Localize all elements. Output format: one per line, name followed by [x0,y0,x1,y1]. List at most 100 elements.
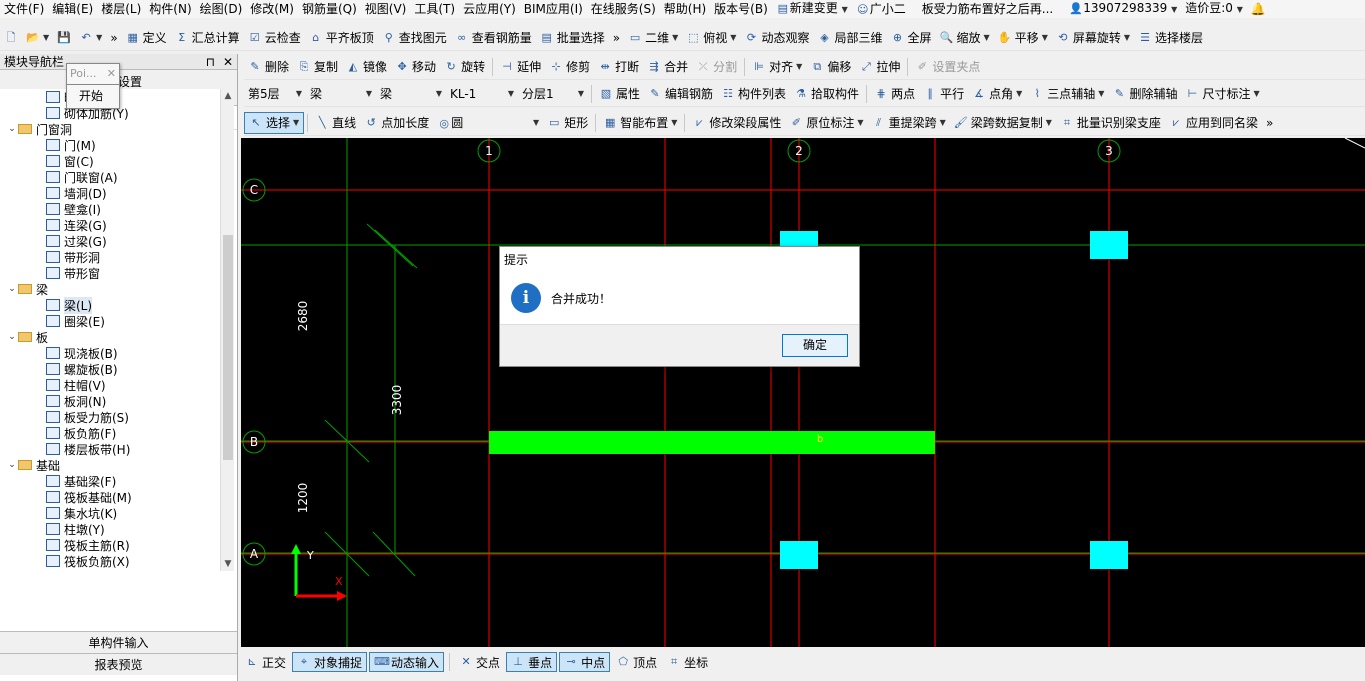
extend-button[interactable]: ⊣ 延伸 [496,56,545,78]
tree-item[interactable]: 板受力筋(S) [0,409,220,425]
local-3d-button[interactable]: ◈ 局部三维 [813,27,886,49]
close-icon[interactable]: ✕ [223,55,233,69]
tree-item[interactable]: 楼层板带(H) [0,441,220,457]
tree-item[interactable]: 筏板基础(M) [0,489,220,505]
category-select[interactable]: 梁 ▼ [306,83,376,104]
trim-button[interactable]: ⊹ 修剪 [545,56,594,78]
menu-draw[interactable]: 绘图(D) [196,0,247,18]
floor-select[interactable]: 第5层 ▼ [244,83,306,104]
tree-item[interactable]: 柱墩(Y) [0,521,220,537]
intersect-snap-toggle[interactable]: ✕ 交点 [455,652,504,672]
coordinate-snap-toggle[interactable]: ⌗ 坐标 [663,652,712,672]
tree-folder[interactable]: ⌄ 梁 [0,281,220,297]
two-points-button[interactable]: ⋕ 两点 [870,83,919,105]
menu-online[interactable]: 在线服务(S) [587,0,660,18]
collapse-chevron-icon[interactable]: ⌄ [6,460,18,470]
pin-icon[interactable]: ⊓ [206,55,215,69]
menu-bim[interactable]: BIM应用(I) [520,0,587,18]
column-3c[interactable] [1090,231,1128,259]
perpendicular-snap-toggle[interactable]: ⊥ 垂点 [506,652,558,672]
tree-item[interactable]: 连梁(G) [0,217,220,233]
tree-item[interactable]: 筏板主筋(R) [0,537,220,553]
tree-item[interactable]: 带形窗 [0,265,220,281]
tree-folder[interactable]: ⌄ 门窗洞 [0,121,220,137]
menu-tools[interactable]: 工具(T) [410,0,459,18]
span-data-copy-dropdown[interactable]: 🖌 梁跨数据复制 ▼ [950,112,1056,134]
merge-button[interactable]: ⇶ 合并 [643,56,692,78]
tree-item[interactable]: 带形洞 [0,249,220,265]
report-preview-button[interactable]: 报表预览 [0,653,237,675]
scroll-up-icon[interactable]: ▲ [221,91,235,101]
tree-item[interactable]: 集水坑(K) [0,505,220,521]
rect-button[interactable]: ▭ 矩形 [543,112,592,134]
screen-rotate-dropdown[interactable]: ⟲ 屏幕旋转 ▼ [1052,27,1134,49]
tree-item[interactable]: 墙洞(D) [0,185,220,201]
copy-button[interactable]: ⎘ 复制 [293,56,342,78]
pan-dropdown[interactable]: ✋ 平移 ▼ [994,27,1052,49]
rotate-button[interactable]: ↻ 旋转 [440,56,489,78]
batch-select-button[interactable]: ▤ 批量选择 [536,27,609,49]
view-rebar-button[interactable]: ∞ 查看钢筋量 [451,27,536,49]
dynamic-input-toggle[interactable]: ⌨ 动态输入 [369,652,445,672]
beans-counter[interactable]: 造价豆:0 ▼ [1181,0,1247,18]
batch-detect-support-button[interactable]: ⌗ 批量识别梁支座 [1056,112,1165,134]
dynamic-observe-button[interactable]: ⟳ 动态观察 [740,27,813,49]
new-file-button[interactable]: 🗋 [0,27,22,49]
delete-aux-axis-button[interactable]: ✎ 删除辅轴 [1108,83,1181,105]
tree-item[interactable]: 柱帽(V) [0,377,220,393]
bell-icon[interactable]: 🔔 [1247,0,1270,18]
sum-calc-button[interactable]: Σ 汇总计算 [171,27,244,49]
midpoint-snap-toggle[interactable]: ⊸ 中点 [559,652,611,672]
menu-rebar[interactable]: 钢筋量(Q) [298,0,361,18]
collapse-chevron-icon[interactable]: ⌄ [6,332,18,342]
menu-view[interactable]: 视图(V) [361,0,411,18]
tree-item[interactable]: 门联窗(A) [0,169,220,185]
column-2a[interactable] [780,541,818,569]
assistant-button[interactable]: ☺广小二 [852,0,910,18]
select-floor-button[interactable]: ☰ 选择楼层 [1134,27,1207,49]
apply-same-name-button[interactable]: ⩗ 应用到同名梁 [1165,112,1262,134]
three-point-axis-dropdown[interactable]: ⌇ 三点辅轴 ▼ [1026,83,1108,105]
fullscreen-button[interactable]: ⊕ 全屏 [886,27,935,49]
tree-item[interactable]: 圈梁(E) [0,313,220,329]
ortho-toggle[interactable]: ⊾ 正交 [241,652,290,672]
menu-component[interactable]: 构件(N) [145,0,195,18]
toolbar-overflow[interactable]: » [106,27,121,49]
tree-folder[interactable]: ⌄ 板 [0,329,220,345]
edit-rebar-button[interactable]: ✎ 编辑钢筋 [644,83,717,105]
mirror-button[interactable]: ◭ 镜像 [342,56,391,78]
toolbar-overflow-2[interactable]: » [609,27,624,49]
ok-button[interactable]: 确定 [782,334,848,357]
tree-item[interactable]: 现浇板(B) [0,345,220,361]
menu-file[interactable]: 文件(F) [0,0,48,18]
osnap-toggle[interactable]: ⌖ 对象捕捉 [292,652,368,672]
beam-kl1[interactable] [489,431,935,454]
modify-span-props-button[interactable]: ⩗ 修改梁段属性 [688,112,785,134]
tree-item[interactable]: 板负筋(F) [0,425,220,441]
popup-item-poi[interactable]: Poi... ✕ [67,64,119,84]
offset-button[interactable]: ⧉ 偏移 [806,56,855,78]
menu-help[interactable]: 帮助(H) [660,0,710,18]
set-grip-button[interactable]: ✐ 设置夹点 [911,56,984,78]
move-button[interactable]: ✥ 移动 [391,56,440,78]
popup-close-icon[interactable]: ✕ [107,67,116,81]
properties-button[interactable]: ▧ 属性 [595,83,644,105]
view-2d-dropdown[interactable]: ▭ 二维 ▼ [624,27,682,49]
top-view-dropdown[interactable]: ⬚ 俯视 ▼ [682,27,740,49]
subcategory-select[interactable]: 梁 ▼ [376,83,446,104]
toolbar-overflow-3[interactable]: » [1262,112,1277,134]
menu-edit[interactable]: 编辑(E) [48,0,97,18]
pick-component-button[interactable]: ⚗ 拾取构件 [790,83,863,105]
component-name-select[interactable]: KL-1 ▼ [446,83,518,104]
scroll-thumb[interactable] [223,235,233,460]
split-button[interactable]: ⤫ 分割 [692,56,741,78]
tree-item[interactable]: 窗(C) [0,153,220,169]
tree-item[interactable]: 基础梁(F) [0,473,220,489]
tree-item[interactable]: 过梁(G) [0,233,220,249]
undo-button[interactable]: ↶ ▼ [75,27,106,49]
tree-item[interactable]: 壁龛(I) [0,201,220,217]
menu-cloud[interactable]: 云应用(Y) [459,0,520,18]
scroll-down-icon[interactable]: ▼ [221,559,235,569]
re-extract-span-dropdown[interactable]: ⫽ 重提梁跨 ▼ [868,112,950,134]
select-dropdown[interactable]: ↖ 选择 ▼ [244,111,305,134]
